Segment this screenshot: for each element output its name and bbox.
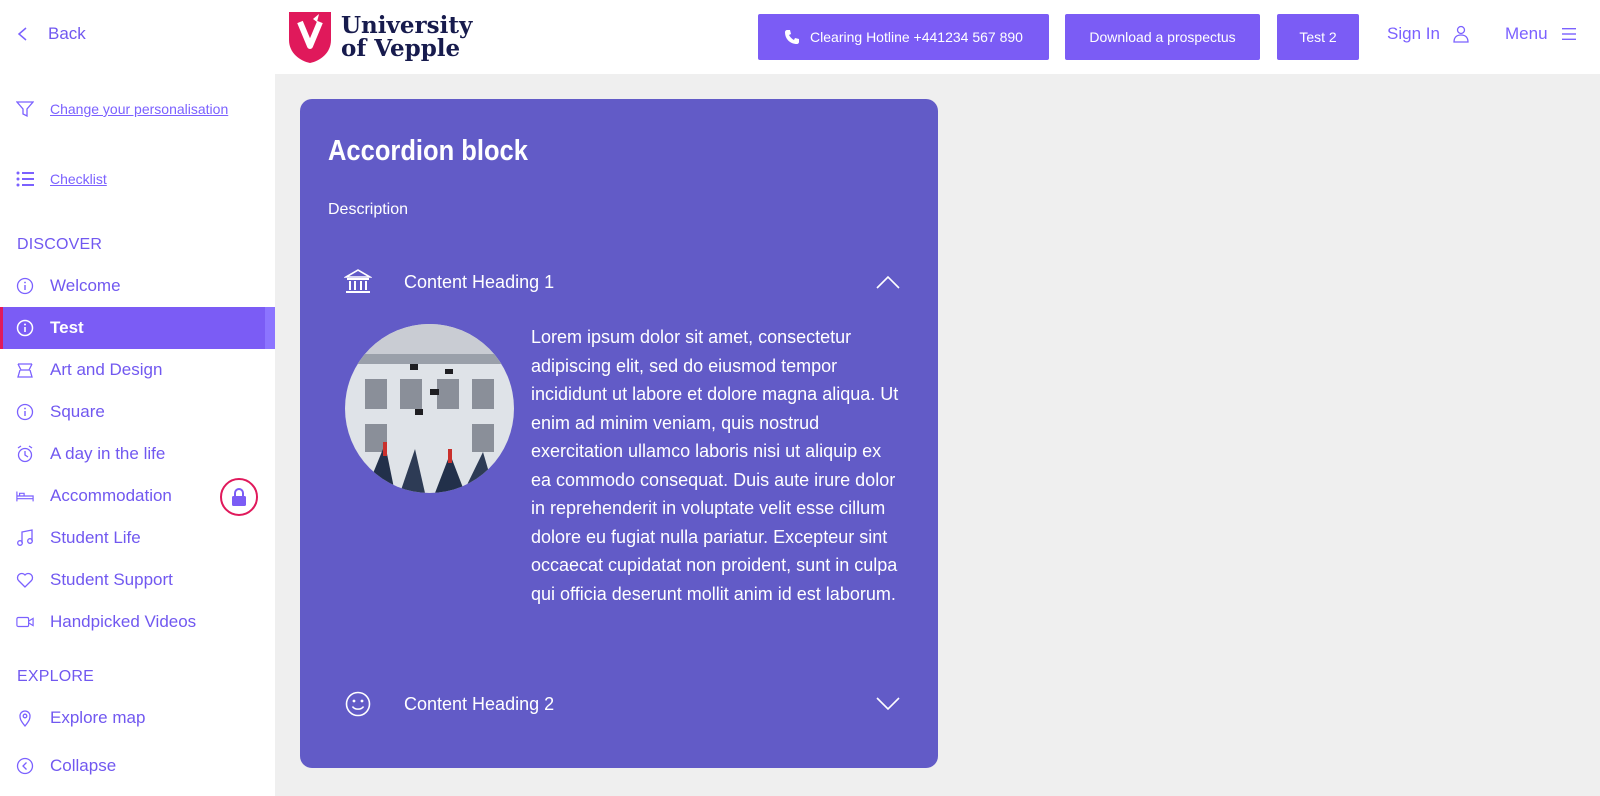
logo-line-1: University [341, 12, 473, 39]
accordion-item-2-header[interactable]: Content Heading 2 [344, 684, 900, 724]
test-2-button[interactable]: Test 2 [1277, 14, 1359, 60]
sidebar-item-student-life[interactable]: Student Life [0, 517, 275, 559]
sidebar-item-label: Test [50, 318, 84, 337]
info-icon [16, 403, 34, 421]
personalisation-label: Change your personalisation [50, 101, 229, 117]
sidebar-item-square[interactable]: Square [0, 391, 275, 433]
back-button[interactable]: Back [16, 24, 86, 44]
palette-icon [17, 363, 33, 378]
discover-heading: DISCOVER [17, 236, 103, 253]
info-icon [16, 277, 34, 295]
chevron-left-circle-icon [16, 757, 34, 775]
sidebar-item-label: Art and Design [50, 360, 163, 379]
sidebar-item-student-support[interactable]: Student Support [0, 559, 275, 601]
change-personalisation-link[interactable]: Change your personalisation [16, 100, 228, 118]
checklist-label: Checklist [50, 171, 107, 187]
filter-icon [16, 101, 34, 118]
accordion-block-card: Accordion block Description Content Head… [300, 99, 938, 768]
menu-label: Menu [1505, 24, 1548, 43]
locked-badge [220, 478, 258, 516]
sidebar-item-label: Student Life [50, 528, 141, 547]
info-icon [16, 319, 34, 337]
card-description: Description [328, 201, 409, 218]
checklist-link[interactable]: Checklist [16, 170, 107, 188]
smiley-icon [345, 691, 371, 717]
chevron-left-icon [17, 27, 27, 41]
sidebar-item-art-and-design[interactable]: Art and Design [0, 349, 275, 391]
collapse-button[interactable]: Collapse [0, 745, 275, 787]
logo-line-2: of Vepple [341, 35, 461, 62]
sidebar-item-label: Handpicked Videos [50, 612, 197, 631]
sidebar-item-welcome[interactable]: Welcome [0, 265, 275, 307]
sidebar: Back Change your personalisation Checkli… [0, 0, 275, 796]
accordion-heading-2: Content Heading 2 [404, 693, 555, 714]
university-logo[interactable]: University of Vepple [287, 10, 472, 64]
hotline-label: Clearing Hotline +441234 567 890 [810, 29, 1023, 45]
sidebar-item-label: Welcome [50, 276, 121, 295]
sidebar-item-a-day-in-the-life[interactable]: A day in the life [0, 433, 275, 475]
map-pin-icon [19, 710, 31, 727]
sidebar-item-explore-map[interactable]: Explore map [0, 697, 275, 739]
sidebar-item-label: A day in the life [50, 444, 166, 463]
sidebar-item-label: Square [50, 402, 105, 421]
top-header: University of Vepple Clearing Hotline +4… [275, 0, 1600, 74]
video-camera-icon [16, 616, 34, 628]
sign-in-label: Sign In [1387, 24, 1440, 43]
music-note-icon [17, 529, 33, 546]
back-label: Back [48, 24, 86, 43]
list-icon [16, 171, 34, 187]
accordion-item-1-header[interactable]: Content Heading 1 [344, 262, 900, 302]
sidebar-item-label: Explore map [50, 708, 146, 727]
sidebar-item-test[interactable]: Test [0, 307, 275, 349]
explore-heading: EXPLORE [17, 668, 94, 685]
phone-icon [785, 30, 800, 44]
bed-icon [16, 491, 34, 502]
chevron-down-icon [876, 697, 900, 711]
clearing-hotline-button[interactable]: Clearing Hotline +441234 567 890 [758, 14, 1049, 60]
shield-logo-icon [289, 12, 331, 63]
bank-icon [344, 269, 372, 293]
accordion-body-1: Lorem ipsum dolor sit amet, consectetur … [531, 327, 899, 604]
download-prospectus-button[interactable]: Download a prospectus [1065, 14, 1260, 60]
accordion-heading-1: Content Heading 1 [404, 271, 555, 292]
card-title: Accordion block [328, 135, 528, 167]
chevron-up-icon [876, 275, 900, 289]
lock-icon [232, 488, 246, 506]
sidebar-item-handpicked-videos[interactable]: Handpicked Videos [0, 601, 275, 643]
heart-icon [16, 572, 34, 588]
prospectus-label: Download a prospectus [1089, 29, 1236, 45]
graduation-image [345, 324, 514, 493]
sign-in-link[interactable]: Sign In [1387, 24, 1470, 44]
collapse-label: Collapse [50, 756, 117, 775]
user-icon [1453, 25, 1469, 43]
hamburger-icon [1561, 28, 1576, 40]
graduation-photo [345, 324, 514, 493]
logo-text: University of Vepple [341, 14, 472, 60]
sidebar-item-label: Accommodation [50, 486, 172, 505]
sidebar-item-label: Student Support [50, 570, 173, 589]
alarm-clock-icon [17, 445, 33, 463]
menu-button[interactable]: Menu [1505, 24, 1578, 44]
test-2-label: Test 2 [1299, 29, 1337, 45]
